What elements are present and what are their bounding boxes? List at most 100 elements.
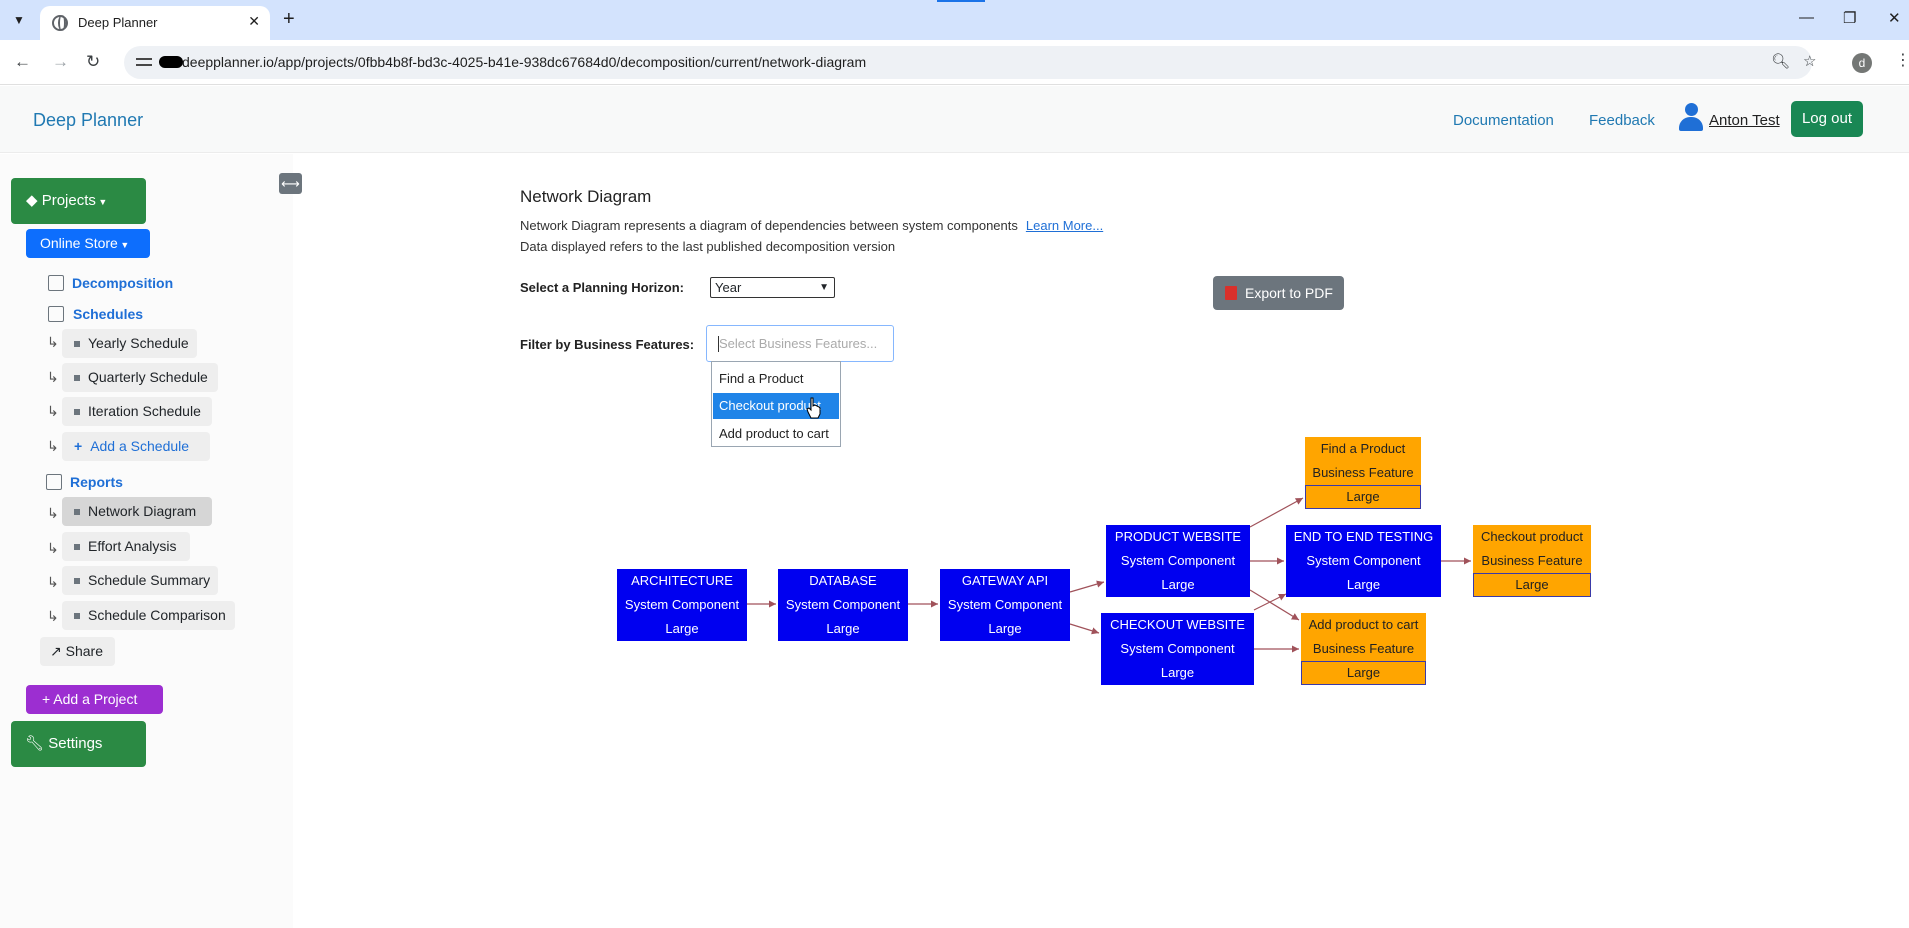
planning-horizon-label: Select a Planning Horizon: [520,280,684,295]
business-features-placeholder: Select Business Features... [719,336,878,351]
diagram-node-checkout-product[interactable]: Checkout product Business Feature Large [1473,525,1591,597]
node-size: Large [1473,573,1591,597]
dependency-edge [1253,593,1287,611]
projects-dropdown-button[interactable]: ◆ Projects ▼ [11,178,146,224]
documentation-link[interactable]: Documentation [1453,112,1554,129]
zoom-icon[interactable]: 🔍︎ [1771,52,1790,70]
export-pdf-button[interactable]: Export to PDF [1213,276,1344,310]
diagram-node-product-website[interactable]: PRODUCT WEBSITE System Component Large [1106,525,1250,597]
diagram-node-architecture[interactable]: ARCHITECTURE System Component Large [617,569,747,641]
star-icon[interactable]: ☆ [1803,52,1816,70]
description-text: Network Diagram represents a diagram of … [520,218,1018,233]
node-type: Business Feature [1473,549,1591,573]
diagram-edges [747,497,1471,653]
dropdown-option-find-product[interactable]: Find a Product [713,366,839,392]
tree-branch-icon: ↳ [47,608,59,624]
node-name: ARCHITECTURE [617,569,747,593]
page-title: Network Diagram [520,187,652,206]
sidebar-item-network-diagram[interactable]: Network Diagram [62,497,212,526]
node-size: Large [1305,485,1421,509]
restore-icon[interactable]: ❐ [1843,9,1856,27]
dependency-edge [1069,623,1100,635]
address-bar[interactable]: deepplanner.io/app/projects/0fbb4b8f-bd3… [124,46,1816,79]
back-icon[interactable]: ← [14,52,31,72]
diagram-node-end-to-end-testing[interactable]: END TO END TESTING System Component Larg… [1286,525,1441,597]
plus-icon: + [42,691,54,707]
diagram-node-add-product-to-cart[interactable]: Add product to cart Business Feature Lar… [1301,613,1426,685]
caret-down-icon: ▼ [95,197,108,207]
plus-icon[interactable]: + [283,8,295,30]
text-caret [718,336,719,352]
add-schedule-label: Add a Schedule [90,438,190,454]
globe-icon [52,15,68,31]
browser-tab[interactable]: Deep Planner ✕ [40,6,270,40]
sidebar-item-quarterly-schedule[interactable]: Quarterly Schedule [62,363,218,392]
calendar-icon [48,306,64,322]
collapse-sidebar-icon[interactable]: ⟷ [279,173,302,194]
brand-logo[interactable]: Deep Planner [33,110,143,131]
tree-branch-icon: ↳ [47,574,59,590]
add-schedule-button[interactable]: + Add a Schedule [62,432,210,461]
sidebar-item-label: Iteration Schedule [88,403,201,419]
feedback-link[interactable]: Feedback [1589,112,1655,129]
dependency-edge [1069,580,1105,593]
minimize-icon[interactable]: — [1799,9,1814,26]
user-icon [1679,103,1703,133]
reload-icon[interactable]: ↻ [86,52,100,72]
sidebar-item-schedule-summary[interactable]: Schedule Summary [62,566,218,595]
filter-features-label: Filter by Business Features: [520,337,695,352]
node-size: Large [940,617,1070,641]
sidebar-item-schedule-comparison[interactable]: Schedule Comparison [62,601,235,630]
profile-avatar[interactable]: d [1852,53,1872,73]
node-type: System Component [940,593,1070,617]
schedules-link[interactable]: Schedules [73,306,143,322]
dependency-edge [1249,497,1304,528]
share-icon: ↗ [50,643,66,659]
user-name-link[interactable]: Anton Test [1709,112,1780,129]
close-window-icon[interactable]: ✕ [1888,9,1901,27]
node-size: Large [1101,661,1254,685]
tree-branch-icon: ↳ [47,334,59,350]
sidebar-item-label: Network Diagram [88,503,197,519]
add-project-button[interactable]: + Add a Project [26,685,163,714]
data-note: Data displayed refers to the last publis… [520,239,896,254]
diamond-icon: ◆ [26,192,42,209]
app-navbar: Deep Planner Documentation Feedback Anto… [0,86,1909,153]
sidebar-item-label: Schedule Summary [88,572,211,588]
decomposition-link[interactable]: Decomposition [72,275,173,291]
learn-more-link[interactable]: Learn More... [1026,218,1103,233]
sidebar-item-effort-analysis[interactable]: Effort Analysis [62,532,190,561]
reports-link[interactable]: Reports [70,474,123,490]
tree-branch-icon: ↳ [47,369,59,385]
site-info-icon[interactable] [136,54,152,70]
settings-label: Settings [48,735,103,752]
close-icon[interactable]: ✕ [248,13,260,30]
diagram-node-find-a-product[interactable]: Find a Product Business Feature Large [1305,437,1421,509]
node-type: Business Feature [1305,461,1421,485]
forward-icon[interactable]: → [52,52,69,72]
kebab-menu-icon[interactable]: ⋮ [1895,50,1909,70]
node-name: Add product to cart [1301,613,1426,637]
business-features-input[interactable]: Select Business Features... [706,325,894,362]
logout-button[interactable]: Log out [1791,101,1863,137]
sidebar-item-iteration-schedule[interactable]: Iteration Schedule [62,397,212,426]
diagram-node-checkout-website[interactable]: CHECKOUT WEBSITE System Component Large [1101,613,1254,685]
node-size: Large [1286,573,1441,597]
settings-button[interactable]: 🔧︎ Settings [11,721,146,767]
sidebar-item-yearly-schedule[interactable]: Yearly Schedule [62,329,197,358]
tab-search-icon[interactable]: ▼ [8,10,30,30]
browser-toolbar: ← → ↻ deepplanner.io/app/projects/0fbb4b… [0,40,1909,85]
planning-horizon-select[interactable]: Year ▼ [710,277,835,298]
project-dropdown-button[interactable]: Online Store ▼ [26,229,150,258]
node-name: DATABASE [778,569,908,593]
share-button[interactable]: ↗ Share [40,637,115,666]
tree-branch-icon: ↳ [47,505,59,521]
diagram-node-gateway-api[interactable]: GATEWAY API System Component Large [940,569,1070,641]
tab-title: Deep Planner [78,15,158,30]
node-name: GATEWAY API [940,569,1070,593]
node-name: PRODUCT WEBSITE [1106,525,1250,549]
node-name: END TO END TESTING [1286,525,1441,549]
diagram-node-database[interactable]: DATABASE System Component Large [778,569,908,641]
node-type: System Component [778,593,908,617]
add-project-label: Add a Project [53,691,138,707]
